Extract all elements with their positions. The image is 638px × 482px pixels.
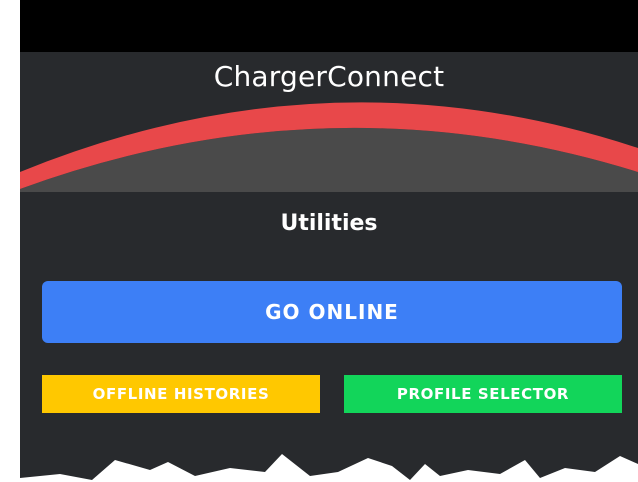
offline-histories-button[interactable]: OFFLINE HISTORIES	[42, 375, 320, 413]
app-title: ChargerConnect	[213, 60, 445, 93]
header-arc-decoration	[20, 102, 638, 192]
app-screen: ChargerConnect Utilities GO ONLINE OFFLI…	[20, 0, 638, 482]
section-title: Utilities	[280, 211, 378, 236]
go-online-button[interactable]: GO ONLINE	[42, 281, 622, 343]
profile-selector-button[interactable]: PROFILE SELECTOR	[344, 375, 622, 413]
torn-paper-edge	[20, 454, 638, 482]
status-bar	[20, 0, 638, 52]
